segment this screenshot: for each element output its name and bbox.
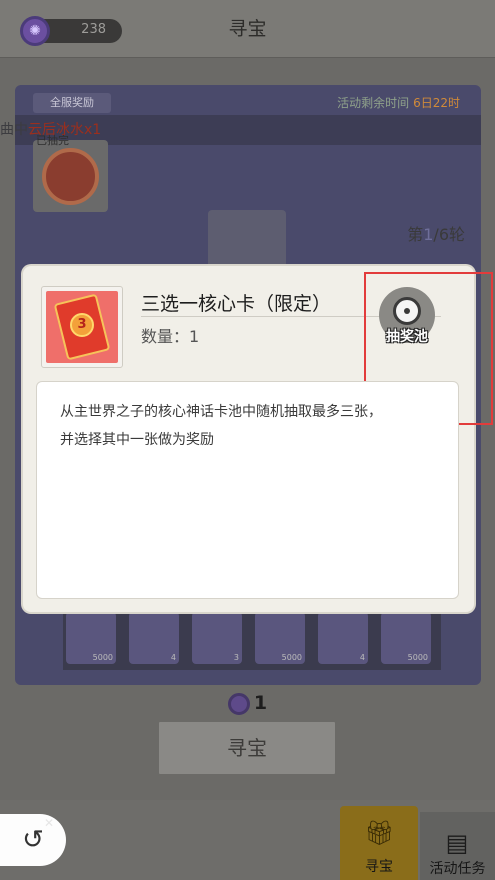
round-prefix: 第 (407, 225, 424, 244)
featured-card-slot[interactable] (208, 210, 286, 270)
ticker-prefix: 曲中 (0, 122, 28, 138)
event-remaining-time: 活动剩余时间 6日22时 (337, 94, 460, 111)
back-arrow-icon: ↺ (22, 825, 44, 855)
item-count: 3 (233, 653, 239, 662)
round-total: /6轮 (433, 225, 465, 244)
round-counter: 第1/6轮 (407, 221, 465, 245)
back-badge-icon: ✕ (44, 816, 55, 830)
item-description: 从主世界之子的核心神话卡池中随机抽取最多三张， 并选择其中一张做为奖励 (60, 398, 440, 454)
item-slot[interactable]: 5000 (255, 612, 305, 664)
remaining-value: 6日22时 (413, 96, 460, 110)
item-slot[interactable]: 3 (192, 612, 242, 664)
tab-tasks-label: 活动任务 (429, 861, 486, 877)
item-count: 5000 (281, 653, 302, 662)
reward-claimed-label: 已抽完 (36, 134, 69, 147)
description-line: 从主世界之子的核心神话卡池中随机抽取最多三张， (60, 404, 382, 420)
task-icon: ▤ (445, 829, 469, 857)
page-title: 寻宝 (228, 18, 267, 40)
item-slot[interactable]: 5000 (381, 612, 431, 664)
paw-badge-icon (42, 148, 99, 205)
item-slot[interactable]: 4 (318, 612, 368, 664)
description-line: 并选择其中一张做为奖励 (60, 432, 214, 448)
round-current: 1 (423, 225, 434, 244)
card-number-badge: 3 (70, 313, 94, 337)
cost-amount: 1 (253, 692, 268, 714)
tab-tasks[interactable]: ▤ 活动任务 (420, 812, 495, 880)
gem-currency-icon (227, 692, 250, 715)
remaining-label: 活动剩余时间 (337, 96, 410, 110)
hunt-cost: 1 (0, 692, 495, 715)
tab-hunt[interactable]: 🎁︎ 寻宝 (340, 806, 418, 880)
item-count: 4 (359, 653, 365, 662)
back-button[interactable]: ↺ (0, 814, 66, 866)
server-reward-tag: 全服奖励 (33, 93, 111, 113)
gift-icon: 🎁︎ (364, 819, 395, 847)
item-count: 4 (170, 653, 176, 662)
modal-title: 三选一核心卡（限定） (141, 293, 332, 315)
item-quantity: 数量：1 (141, 327, 200, 346)
item-count: 5000 (407, 653, 428, 662)
item-count: 5000 (92, 653, 113, 662)
hunt-button[interactable]: 寻宝 (157, 720, 337, 776)
item-slot[interactable]: 4 (129, 612, 179, 664)
item-slot[interactable]: 5000 (66, 612, 116, 664)
tab-hunt-label: 寻宝 (365, 859, 393, 875)
